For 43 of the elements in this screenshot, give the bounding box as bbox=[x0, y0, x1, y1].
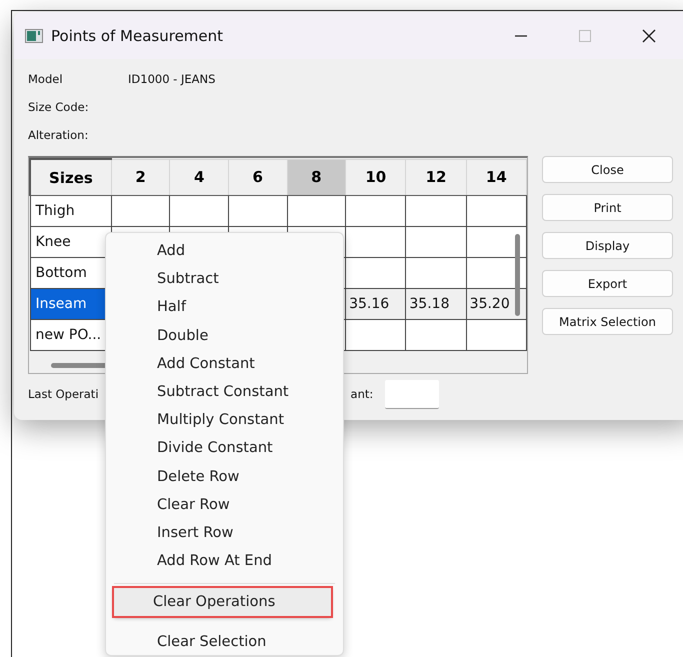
menu-item[interactable]: Clear Selection bbox=[110, 628, 339, 657]
table-cell: 35.16 bbox=[349, 296, 390, 312]
field-label: ant: bbox=[350, 387, 374, 401]
menu-item[interactable]: Multiply Constant bbox=[110, 406, 339, 434]
close-icon[interactable] bbox=[642, 28, 656, 42]
column-header[interactable]: 4 bbox=[170, 159, 228, 196]
constant-field[interactable] bbox=[385, 380, 440, 408]
field-label: Alteration: bbox=[28, 128, 90, 142]
row-header[interactable]: Knee bbox=[30, 226, 112, 258]
menu-item[interactable]: Clear Row bbox=[110, 490, 339, 519]
menu-item[interactable]: Divide Constant bbox=[110, 434, 339, 462]
field-value: ID1000 - JEANS bbox=[128, 72, 216, 86]
column-header[interactable]: 8 bbox=[287, 159, 346, 196]
vertical-scrollbar[interactable] bbox=[515, 234, 520, 316]
column-header[interactable]: Sizes bbox=[30, 159, 112, 196]
app-icon bbox=[25, 28, 43, 42]
menu-item[interactable]: Add Row At End bbox=[110, 547, 339, 576]
field-label: Last Operati bbox=[28, 387, 99, 401]
menu-item[interactable]: Subtract Constant bbox=[110, 378, 339, 406]
column-header[interactable]: 2 bbox=[111, 159, 170, 196]
field-label: Model bbox=[28, 72, 64, 86]
row-header[interactable]: Thigh bbox=[30, 196, 112, 226]
column-header[interactable]: 14 bbox=[466, 159, 526, 196]
menu-item[interactable]: Double bbox=[110, 322, 339, 350]
field-label: Size Code: bbox=[28, 100, 90, 114]
dialog-button[interactable]: Close bbox=[542, 156, 673, 183]
column-header[interactable]: 10 bbox=[346, 159, 406, 196]
column-header[interactable]: 6 bbox=[228, 159, 288, 196]
table-cell: 35.20 bbox=[470, 296, 510, 312]
menu-item[interactable]: Add Constant bbox=[110, 350, 339, 378]
dialog-button[interactable]: Matrix Selection bbox=[542, 308, 673, 335]
menu-item[interactable]: Subtract bbox=[110, 265, 339, 294]
dialog-button[interactable]: Export bbox=[542, 270, 673, 297]
menu-item[interactable]: Insert Row bbox=[110, 518, 339, 548]
menu-item[interactable]: Delete Row bbox=[110, 462, 339, 491]
menu-item[interactable]: Half bbox=[110, 293, 339, 322]
dialog-button[interactable]: Display bbox=[542, 232, 673, 259]
menu-item[interactable]: Add bbox=[110, 237, 339, 266]
menu-item[interactable]: Clear Operations bbox=[114, 588, 331, 616]
dialog-button[interactable]: Print bbox=[542, 194, 673, 221]
column-header[interactable]: 12 bbox=[406, 159, 466, 196]
table-cell: 35.18 bbox=[409, 296, 450, 312]
window-title: Points of Measurement bbox=[51, 26, 224, 44]
